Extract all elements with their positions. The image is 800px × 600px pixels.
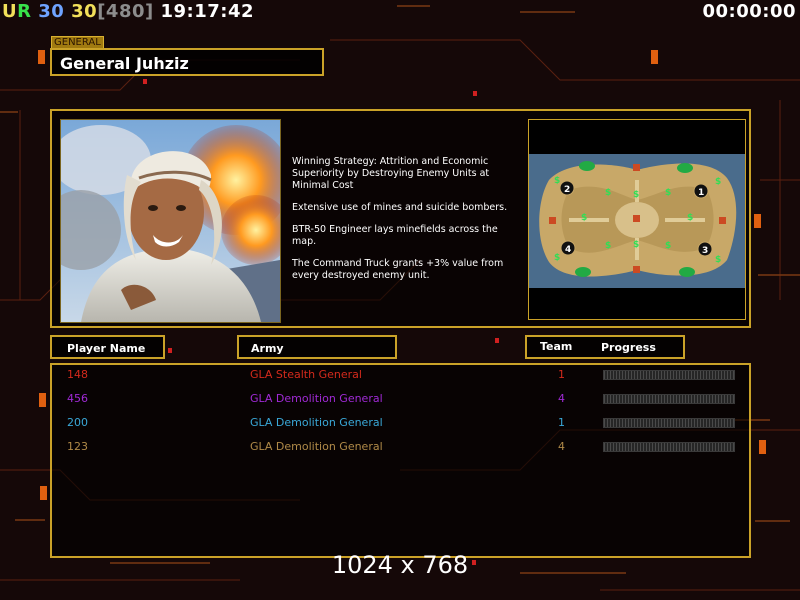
player-army: GLA Demolition General (250, 392, 383, 405)
player-team: 1 (558, 416, 565, 429)
hud-timer: 00:00:00 (702, 1, 796, 22)
strategy-text: Winning Strategy: Attrition and Economic… (292, 156, 522, 292)
hud-val2: 30 (71, 1, 98, 22)
svg-text:$: $ (687, 213, 693, 223)
header-progress: Progress (601, 341, 656, 354)
player-army: GLA Demolition General (250, 416, 383, 429)
hud-tag-r: R (17, 1, 32, 22)
start-marker-4: 4 (565, 245, 571, 255)
table-row: 200 GLA Demolition General 1 (52, 414, 749, 432)
hud-val1: 30 (38, 1, 65, 22)
svg-text:$: $ (633, 190, 639, 200)
svg-text:$: $ (605, 241, 611, 251)
player-name: 148 (67, 368, 88, 381)
start-marker-3: 3 (702, 246, 708, 256)
player-team: 4 (558, 440, 565, 453)
progress-bar (603, 418, 735, 428)
table-row: 123 GLA Demolition General 4 (52, 438, 749, 456)
strategy-line-2: Extensive use of mines and suicide bombe… (292, 202, 508, 213)
general-portrait (60, 119, 281, 323)
hud-clock: 19:17:42 (160, 1, 255, 22)
header-player-name: Player Name (50, 335, 165, 359)
map-preview: $ $ $ $ $ $ $ $ $ $ $ $ 1 2 3 4 (528, 119, 746, 320)
player-team: 1 (558, 368, 565, 381)
start-marker-1: 1 (698, 188, 704, 198)
progress-bar (603, 370, 735, 380)
svg-text:$: $ (605, 188, 611, 198)
start-marker-2: 2 (564, 185, 570, 195)
player-army: GLA Demolition General (250, 440, 383, 453)
player-team: 4 (558, 392, 565, 405)
svg-text:$: $ (715, 255, 721, 265)
header-army: Army (237, 335, 397, 359)
svg-text:$: $ (554, 253, 560, 263)
strategy-line-1: Winning Strategy: Attrition and Economic… (292, 156, 490, 191)
table-row: 456 GLA Demolition General 4 (52, 390, 749, 408)
strategy-line-3: BTR-50 Engineer lays minefields across t… (292, 224, 498, 247)
svg-text:$: $ (633, 240, 639, 250)
header-team-progress: Team Progress (525, 335, 685, 359)
player-table: 148 GLA Stealth General 1 456 GLA Demoli… (50, 363, 751, 558)
general-name: General Juhziz (50, 48, 324, 76)
resolution-label: 1024 x 768 (331, 551, 469, 579)
svg-text:$: $ (581, 213, 587, 223)
player-name: 456 (67, 392, 88, 405)
progress-bar (603, 394, 735, 404)
svg-text:$: $ (665, 188, 671, 198)
progress-bar (603, 442, 735, 452)
player-name: 200 (67, 416, 88, 429)
svg-text:$: $ (665, 241, 671, 251)
player-name: 123 (67, 440, 88, 453)
hud-tag-u: U (2, 1, 18, 22)
svg-text:$: $ (715, 177, 721, 187)
hud-stats: UR 30 30[480] 19:17:42 (2, 1, 254, 22)
strategy-line-4: The Command Truck grants +3% value from … (292, 258, 504, 281)
svg-text:$: $ (554, 176, 560, 186)
header-team: Team (540, 340, 573, 353)
general-info-panel: Winning Strategy: Attrition and Economic… (50, 109, 751, 328)
player-army: GLA Stealth General (250, 368, 362, 381)
hud-bracket: [480] (97, 1, 154, 22)
table-row: 148 GLA Stealth General 1 (52, 366, 749, 384)
